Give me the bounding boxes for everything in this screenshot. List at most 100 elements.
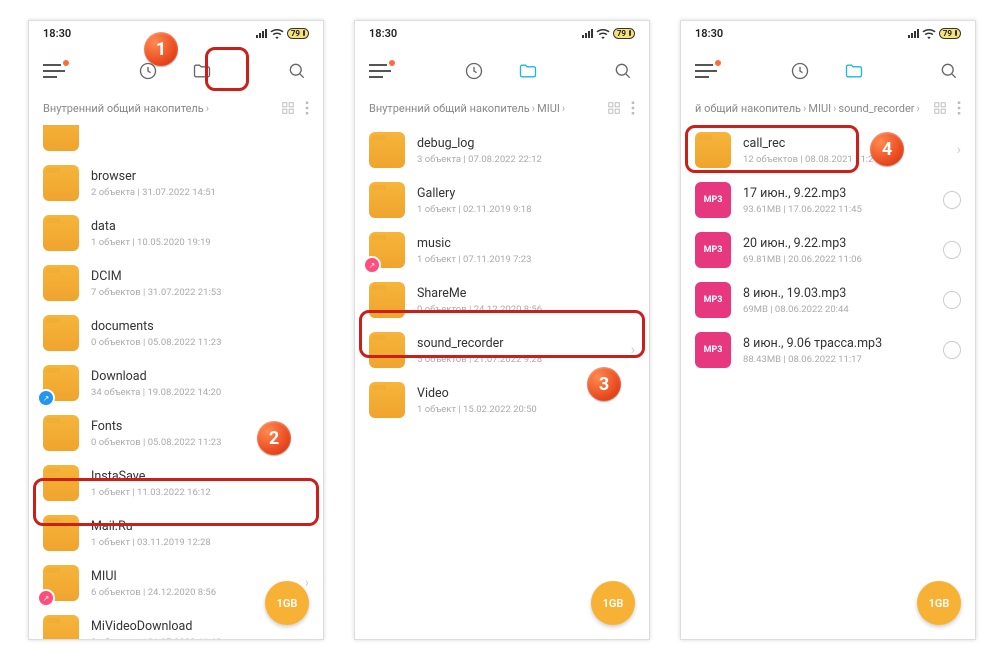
more-icon[interactable] [631, 101, 635, 115]
item-meta: 88.43MB | 08.06.2022 11:17 [743, 354, 931, 365]
item-name: Mail.Ru [91, 519, 309, 534]
wifi-icon [922, 28, 936, 39]
folder-icon [43, 315, 79, 351]
item-name: ShareMe [417, 286, 635, 301]
chevron-right-icon: › [803, 102, 806, 115]
list-item[interactable]: Mail.Ru 1 объект | 03.11.2019 12:28 [29, 508, 323, 558]
folder-icon [43, 465, 79, 501]
recent-icon[interactable] [462, 59, 486, 83]
status-time: 18:30 [369, 27, 397, 40]
breadcrumb-root[interactable]: й общий накопитель [695, 102, 801, 115]
item-meta: 0 объектов | 05.08.2022 11:23 [91, 337, 309, 348]
item-meta: 1 объект | 07.11.2019 7:23 [417, 254, 635, 265]
item-meta: 1 объект | 02.11.2019 9:18 [417, 204, 635, 215]
toolbar [29, 45, 323, 97]
recent-icon[interactable] [788, 59, 812, 83]
list-item[interactable]: DCIM 7 объектов | 31.07.2022 21:53 [29, 258, 323, 308]
list-item[interactable]: call_rec 12 объектов | 08.08.2021 11:21 … [681, 125, 975, 175]
breadcrumb[interactable]: й общий накопитель › MIUI › sound_record… [681, 97, 975, 125]
folder-icon [369, 132, 405, 168]
breadcrumb[interactable]: Внутренний общий накопитель › [29, 97, 323, 125]
folder-icon [43, 515, 79, 551]
select-radio[interactable] [943, 241, 961, 259]
breadcrumb-miui[interactable]: MIUI [537, 102, 560, 115]
list-item[interactable] [29, 125, 323, 158]
file-list[interactable]: browser 2 объекта | 31.07.2022 14:51 dat… [29, 125, 323, 639]
status-time: 18:30 [43, 27, 71, 40]
folders-tab-icon[interactable] [516, 59, 540, 83]
folder-icon [43, 615, 79, 639]
item-name: music [417, 236, 635, 251]
breadcrumb-root[interactable]: Внутренний общий накопитель [369, 102, 530, 115]
menu-icon[interactable] [695, 64, 717, 78]
item-meta: 1 объект | 03.11.2019 12:28 [91, 537, 309, 548]
shortcut-badge-icon: ↗ [39, 391, 53, 405]
menu-icon[interactable] [43, 64, 65, 78]
list-item[interactable]: MP3 8 июн., 9.06 трасса.mp3 88.43MB | 08… [681, 325, 975, 375]
chevron-right-icon: › [206, 102, 209, 115]
item-meta: 0 объектов | 05.08.2022 11:23 [91, 437, 309, 448]
view-grid-icon[interactable] [281, 101, 295, 115]
list-item[interactable]: Fonts 0 объектов | 05.08.2022 11:23 [29, 408, 323, 458]
select-radio[interactable] [943, 291, 961, 309]
item-name: browser [91, 169, 309, 184]
item-name: 20 июн., 9.22.mp3 [743, 236, 931, 251]
item-name: Gallery [417, 186, 635, 201]
folder-icon [369, 332, 405, 368]
list-item[interactable]: sound_recorder 5 объектов | 21.07.2022 9… [355, 325, 649, 375]
search-icon[interactable] [611, 59, 635, 83]
chevron-right-icon: › [562, 102, 565, 115]
storage-fab[interactable]: 1GB [265, 581, 309, 625]
search-icon[interactable] [937, 59, 961, 83]
more-icon[interactable] [305, 101, 309, 115]
list-item[interactable]: MP3 20 июн., 9.22.mp3 69.81MB | 20.06.20… [681, 225, 975, 275]
list-item[interactable]: Gallery 1 объект | 02.11.2019 9:18 [355, 175, 649, 225]
folder-icon: ↗ [43, 565, 79, 601]
menu-icon[interactable] [369, 64, 391, 78]
list-item[interactable]: ShareMe 0 объектов | 24.12.2020 8:56 [355, 275, 649, 325]
folder-icon: ↗ [43, 365, 79, 401]
storage-fab[interactable]: 1GB [591, 581, 635, 625]
breadcrumb-root[interactable]: Внутренний общий накопитель [43, 102, 204, 115]
item-name: DCIM [91, 269, 309, 284]
list-item[interactable]: debug_log 3 объекта | 07.08.2022 22:12 [355, 125, 649, 175]
breadcrumb-sound-recorder[interactable]: sound_recorder [838, 102, 914, 115]
storage-fab[interactable]: 1GB [917, 581, 961, 625]
view-grid-icon[interactable] [607, 101, 621, 115]
search-icon[interactable] [285, 59, 309, 83]
more-icon[interactable] [957, 101, 961, 115]
item-name: sound_recorder [417, 336, 619, 351]
folder-icon [369, 382, 405, 418]
item-name: 8 июн., 9.06 трасса.mp3 [743, 336, 931, 351]
select-radio[interactable] [943, 341, 961, 359]
mp3-icon: MP3 [695, 282, 731, 318]
folder-icon [43, 215, 79, 251]
breadcrumb-miui[interactable]: MIUI [808, 102, 831, 115]
item-name: documents [91, 319, 309, 334]
item-name: Video [417, 386, 635, 401]
list-item[interactable]: browser 2 объекта | 31.07.2022 14:51 [29, 158, 323, 208]
folder-icon [369, 182, 405, 218]
breadcrumb[interactable]: Внутренний общий накопитель › MIUI › [355, 97, 649, 125]
list-item[interactable]: MP3 17 июн., 9.22.mp3 93.61MB | 17.06.20… [681, 175, 975, 225]
list-item[interactable]: Video 1 объект | 15.02.2022 20:50 [355, 375, 649, 425]
chevron-right-icon: › [833, 102, 836, 115]
file-list[interactable]: call_rec 12 объектов | 08.08.2021 11:21 … [681, 125, 975, 639]
view-grid-icon[interactable] [933, 101, 947, 115]
list-item[interactable]: MP3 8 июн., 19.03.mp3 69MB | 08.06.2022 … [681, 275, 975, 325]
recent-icon[interactable] [136, 59, 160, 83]
list-item[interactable]: ↗ Download 34 объекта | 19.08.2022 14:20 [29, 358, 323, 408]
item-meta: 93.61MB | 17.06.2022 11:45 [743, 204, 931, 215]
status-bar: 18:30 79 [681, 21, 975, 45]
folders-tab-icon[interactable] [842, 59, 866, 83]
list-item[interactable]: ↗ music 1 объект | 07.11.2019 7:23 [355, 225, 649, 275]
file-list[interactable]: debug_log 3 объекта | 07.08.2022 22:12 G… [355, 125, 649, 639]
status-time: 18:30 [695, 27, 723, 40]
list-item[interactable]: data 1 объект | 10.05.2020 19:19 [29, 208, 323, 258]
list-item[interactable]: InstaSave 1 объект | 11.03.2022 16:12 [29, 458, 323, 508]
select-radio[interactable] [943, 191, 961, 209]
list-item[interactable]: documents 0 объектов | 05.08.2022 11:23 [29, 308, 323, 358]
folders-tab-icon[interactable] [190, 59, 214, 83]
signal-icon [908, 29, 919, 38]
item-meta: 1 объект | 11.03.2022 16:12 [91, 487, 309, 498]
